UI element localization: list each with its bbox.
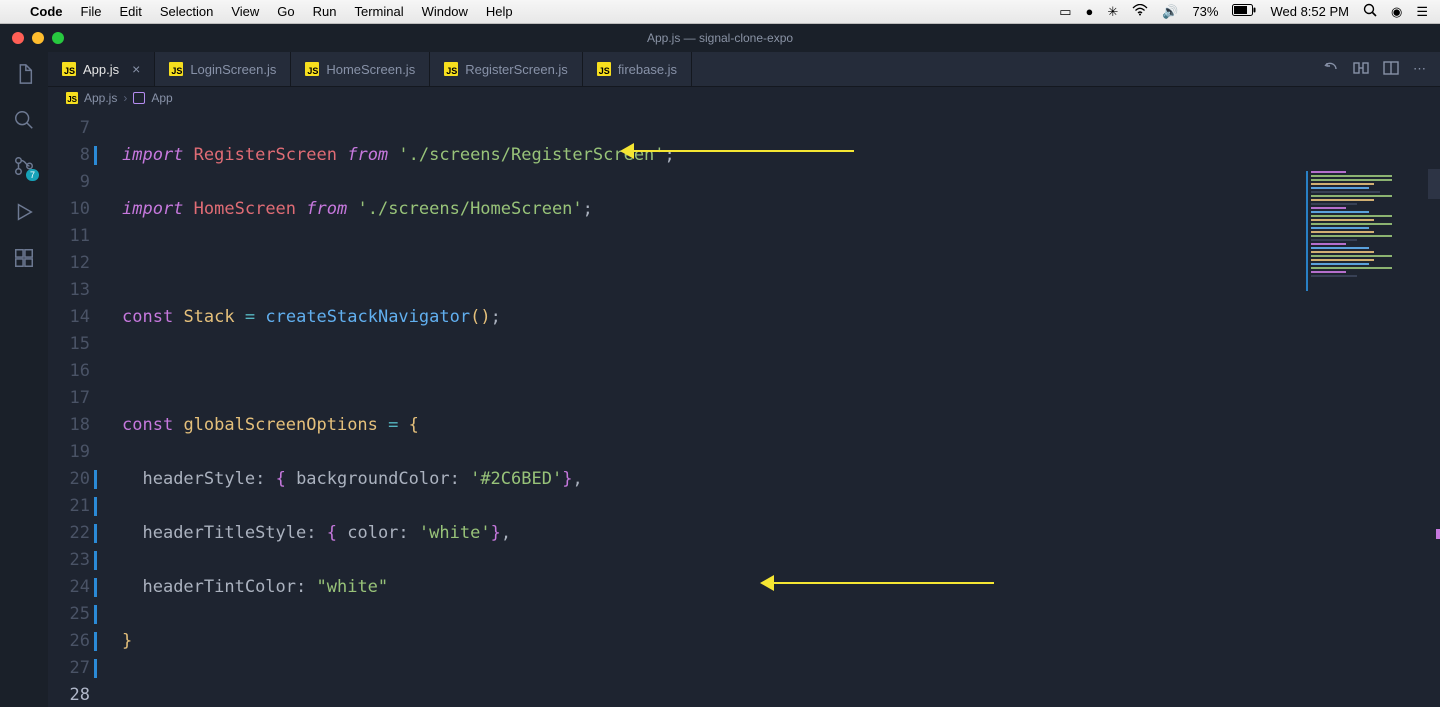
js-file-icon: JS (444, 62, 458, 76)
breadcrumb-file[interactable]: App.js (84, 91, 117, 105)
run-debug-icon[interactable] (12, 200, 36, 224)
menu-go[interactable]: Go (277, 4, 294, 19)
editor-group: JS App.js × JS LoginScreen.js JS HomeScr… (48, 52, 1440, 707)
wifi-icon[interactable] (1132, 4, 1148, 19)
annotation-arrow (764, 582, 994, 584)
chevron-right-icon: › (123, 91, 127, 105)
tab-registerscreen-js[interactable]: JS RegisterScreen.js (430, 52, 583, 86)
code-content[interactable]: import RegisterScreen from './screens/Re… (104, 109, 1440, 707)
bluetooth-icon[interactable]: ✳ (1107, 4, 1118, 20)
overview-ruler[interactable] (1428, 169, 1440, 707)
scm-badge: 7 (26, 169, 39, 181)
open-changes-icon[interactable] (1323, 60, 1339, 79)
code-editor[interactable]: 7 8 9 10 11 12 13 14 15 16 17 18 19 20 2… (48, 109, 1440, 707)
menu-run[interactable]: Run (313, 4, 337, 19)
activity-bar: 7 (0, 52, 48, 707)
js-file-icon: JS (62, 62, 76, 76)
editor-actions: ⋯ (1309, 52, 1440, 86)
extensions-icon[interactable] (12, 246, 36, 270)
volume-icon[interactable]: 🔊 (1162, 4, 1178, 20)
clock[interactable]: Wed 8:52 PM (1270, 4, 1349, 19)
notification-center-icon[interactable]: ☰ (1416, 4, 1428, 20)
symbol-icon (133, 92, 145, 104)
tab-label: RegisterScreen.js (465, 62, 568, 77)
breadcrumb-symbol[interactable]: App (151, 91, 172, 105)
tab-label: LoginScreen.js (190, 62, 276, 77)
app-name[interactable]: Code (30, 4, 63, 19)
line-number-gutter: 7 8 9 10 11 12 13 14 15 16 17 18 19 20 2… (48, 109, 104, 707)
js-file-icon: JS (66, 92, 78, 104)
tab-app-js[interactable]: JS App.js × (48, 52, 155, 86)
window-titlebar: App.js — signal-clone-expo (0, 24, 1440, 52)
minimap[interactable] (1306, 171, 1426, 291)
editor-tabs: JS App.js × JS LoginScreen.js JS HomeScr… (48, 52, 1440, 87)
more-actions-icon[interactable]: ⋯ (1413, 61, 1426, 77)
tab-label: HomeScreen.js (326, 62, 415, 77)
status-dot-icon[interactable]: ● (1085, 4, 1093, 19)
tab-firebase-js[interactable]: JS firebase.js (583, 52, 692, 86)
menu-window[interactable]: Window (422, 4, 468, 19)
menu-edit[interactable]: Edit (119, 4, 141, 19)
search-icon[interactable] (12, 108, 36, 132)
js-file-icon: JS (597, 62, 611, 76)
window-title: App.js — signal-clone-expo (647, 31, 793, 45)
breadcrumb[interactable]: JS App.js › App (48, 87, 1440, 109)
compare-icon[interactable] (1353, 60, 1369, 79)
split-editor-icon[interactable] (1383, 60, 1399, 79)
menu-selection[interactable]: Selection (160, 4, 213, 19)
tab-label: firebase.js (618, 62, 677, 77)
tab-loginscreen-js[interactable]: JS LoginScreen.js (155, 52, 291, 86)
tab-label: App.js (83, 62, 119, 77)
js-file-icon: JS (305, 62, 319, 76)
menu-file[interactable]: File (81, 4, 102, 19)
fullscreen-window-button[interactable] (52, 32, 64, 44)
siri-icon[interactable]: ◉ (1391, 4, 1402, 20)
menu-terminal[interactable]: Terminal (355, 4, 404, 19)
window-controls[interactable] (0, 32, 64, 44)
close-window-button[interactable] (12, 32, 24, 44)
battery-percent: 73% (1192, 4, 1218, 19)
screencast-icon[interactable]: ▭ (1059, 4, 1071, 20)
macos-menu-bar: Code File Edit Selection View Go Run Ter… (0, 0, 1440, 24)
source-control-icon[interactable]: 7 (12, 154, 36, 178)
annotation-arrow (624, 150, 854, 152)
menu-view[interactable]: View (231, 4, 259, 19)
spotlight-icon[interactable] (1363, 3, 1377, 20)
minimize-window-button[interactable] (32, 32, 44, 44)
menu-help[interactable]: Help (486, 4, 513, 19)
tab-homescreen-js[interactable]: JS HomeScreen.js (291, 52, 430, 86)
close-icon[interactable]: × (132, 61, 140, 77)
explorer-icon[interactable] (12, 62, 36, 86)
js-file-icon: JS (169, 62, 183, 76)
battery-icon[interactable] (1232, 4, 1256, 19)
